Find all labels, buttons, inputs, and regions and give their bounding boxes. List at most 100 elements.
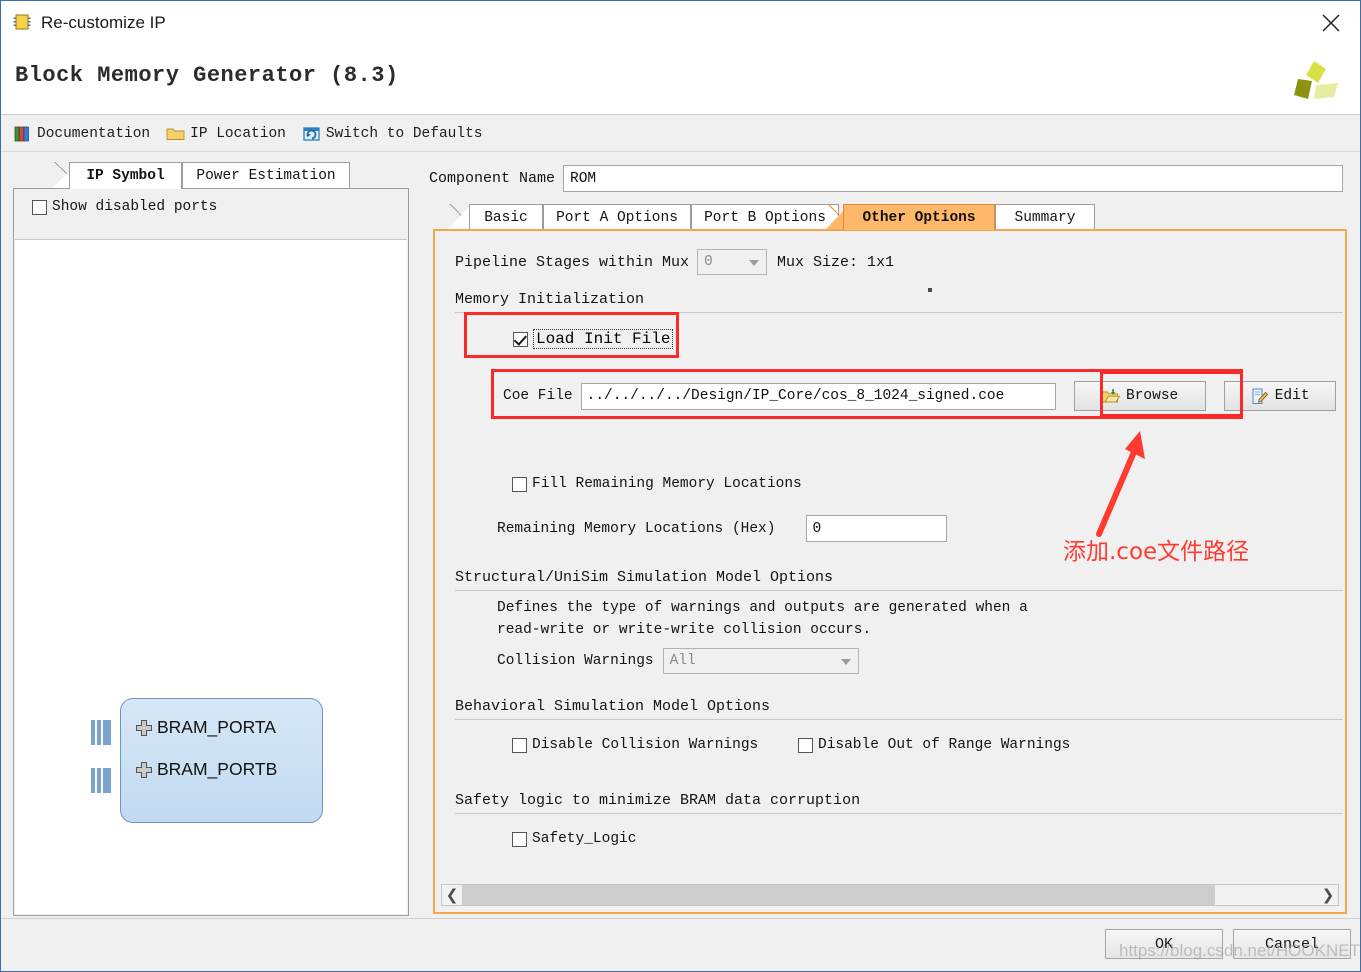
checkbox-box [513,331,528,347]
toolbar-item-switch-to-defaults[interactable]: Switch to Defaults [302,124,483,143]
safety-logic-checkbox[interactable]: Safety_Logic [512,831,636,847]
tab-port-b-options[interactable]: Port B Options [691,204,839,230]
folder-icon [166,124,185,143]
checkbox-box [512,831,527,847]
disable-out-of-range-warnings-label: Disable Out of Range Warnings [818,737,1071,753]
chevron-left-icon[interactable]: ❮ [442,885,462,905]
title-bar: Re-customize IP [1,1,1360,45]
tab-power-estimation[interactable]: Power Estimation [182,162,350,189]
header-bar: Block Memory Generator (8.3) [1,45,1360,115]
tab-basic[interactable]: Basic [469,204,543,230]
checkbox-box [798,737,813,753]
disable-out-of-range-warnings-checkbox[interactable]: Disable Out of Range Warnings [798,737,1070,753]
collision-warnings-label: Collision Warnings [497,653,654,669]
left-tab-strip: IP Symbol Power Estimation [13,161,409,189]
checkbox-box [512,737,527,753]
stray-dot-artifact [928,288,932,292]
coe-file-row: Coe File ../../../../Design/IP_Core/cos_… [503,381,1336,411]
tab-port-a-options[interactable]: Port A Options [543,204,691,230]
horizontal-scrollbar[interactable]: ❮ ❯ [441,884,1339,906]
tab-label: Port A Options [556,209,678,226]
tab-label: Other Options [862,209,976,226]
checkbox-box [512,476,527,492]
xilinx-logo [1288,59,1344,107]
show-disabled-ports-checkbox[interactable]: Show disabled ports [32,199,217,215]
toolbar: Documentation IP Location Switch to Defa… [1,116,1360,152]
disable-collision-warnings-checkbox[interactable]: Disable Collision Warnings [512,737,758,753]
symbol-port-bram-portb[interactable]: BRAM_PORTB [135,759,277,780]
re-customize-ip-window: Re-customize IP Block Memory Generator (… [0,0,1361,972]
scrollbar-thumb[interactable] [462,885,1216,905]
remaining-memory-locations-label: Remaining Memory Locations (Hex) [497,520,776,537]
remaining-memory-locations-input[interactable]: 0 [806,515,948,542]
close-icon[interactable] [1316,9,1346,37]
ip-symbol-panel: Show disabled ports BRAM_PORTA BRAM_PORT… [13,188,409,916]
bram-symbol-block: BRAM_PORTA BRAM_PORTB [120,698,323,823]
disable-collision-warnings-label: Disable Collision Warnings [532,737,759,753]
tab-label: Basic [484,209,528,226]
footer-divider [1,918,1360,919]
collision-warnings-row: Collision Warnings All [497,648,859,674]
safety-logic-label: Safety_Logic [532,831,637,847]
load-init-file-label: Load Init File [533,329,674,349]
symbol-port-bram-porta[interactable]: BRAM_PORTA [135,717,276,738]
tab-ip-symbol[interactable]: IP Symbol [69,162,182,189]
mux-size-label: Mux Size: 1x1 [777,253,895,271]
group-divider [455,813,1343,814]
scrollbar-track[interactable] [462,885,1318,905]
tab-other-options[interactable]: Other Options [843,204,995,230]
collision-warnings-dropdown[interactable]: All [662,648,859,674]
show-disabled-ports-label: Show disabled ports [52,199,218,215]
main-tab-strip: Basic Port A Options Port B Options Othe… [447,203,1347,230]
coe-file-value: ../../../../Design/IP_Core/cos_8_1024_si… [586,388,1005,404]
tab-label: Port B Options [704,209,826,226]
behavioral-group-label: Behavioral Simulation Model Options [455,698,771,715]
pipeline-stages-dropdown[interactable]: 0 [697,249,768,275]
component-name-label: Component Name [429,170,556,187]
folder-open-icon [1101,387,1121,406]
structural-group-label: Structural/UniSim Simulation Model Optio… [455,569,834,586]
checkbox-box [32,199,47,215]
ip-symbol-canvas: BRAM_PORTA BRAM_PORTB [15,239,407,914]
toolbar-item-ip-location[interactable]: IP Location [166,124,286,143]
left-panel: IP Symbol Power Estimation Show disabled… [13,161,409,916]
coe-file-label: Coe File [503,388,573,404]
books-icon [13,124,32,143]
plus-expand-icon [135,719,153,737]
collision-warnings-value: All [669,653,696,669]
edit-button-label: Edit [1274,388,1310,404]
remaining-memory-locations-value: 0 [812,520,822,537]
pipeline-stages-label: Pipeline Stages within Mux [455,253,690,271]
component-name-input[interactable] [563,165,1344,192]
chevron-right-icon[interactable]: ❯ [1318,885,1338,905]
annotation-callout-text: 添加.coe文件路径 [1063,539,1250,565]
tab-label: Power Estimation [196,168,336,184]
structural-description-line2: read-write or write-write collision occu… [497,622,872,638]
fill-remaining-memory-checkbox[interactable]: Fill Remaining Memory Locations [512,476,802,492]
other-options-pane: Pipeline Stages within Mux 0 Mux Size: 1… [433,229,1347,914]
load-init-file-checkbox[interactable]: Load Init File [513,329,674,349]
group-divider [455,312,1343,313]
watermark: https://blog.csdn.net/HOOKNET [1119,941,1360,960]
page-title: Block Memory Generator (8.3) [15,63,399,88]
chevron-down-icon [840,659,851,665]
browse-button-label: Browse [1126,388,1179,404]
structural-description-line1: Defines the type of warnings and outputs… [497,600,1028,616]
plus-expand-icon [135,761,153,779]
toolbar-item-label: Switch to Defaults [325,125,483,142]
toolbar-item-documentation[interactable]: Documentation [13,124,150,143]
fill-remaining-memory-label: Fill Remaining Memory Locations [532,476,802,492]
chevron-down-icon [749,260,760,266]
port-stub-a [91,720,113,745]
tab-label: Summary [1014,209,1076,226]
safety-group-label: Safety logic to minimize BRAM data corru… [455,792,861,809]
edit-button[interactable]: Edit [1223,381,1336,411]
group-divider [455,590,1343,591]
group-divider [455,719,1343,720]
browse-button[interactable]: Browse [1073,381,1206,411]
coe-file-input[interactable]: ../../../../Design/IP_Core/cos_8_1024_si… [580,382,1056,410]
ip-chip-icon [11,12,33,34]
symbol-port-label: BRAM_PORTB [157,759,278,779]
edit-pencil-icon [1250,387,1269,406]
tab-summary[interactable]: Summary [995,204,1095,230]
